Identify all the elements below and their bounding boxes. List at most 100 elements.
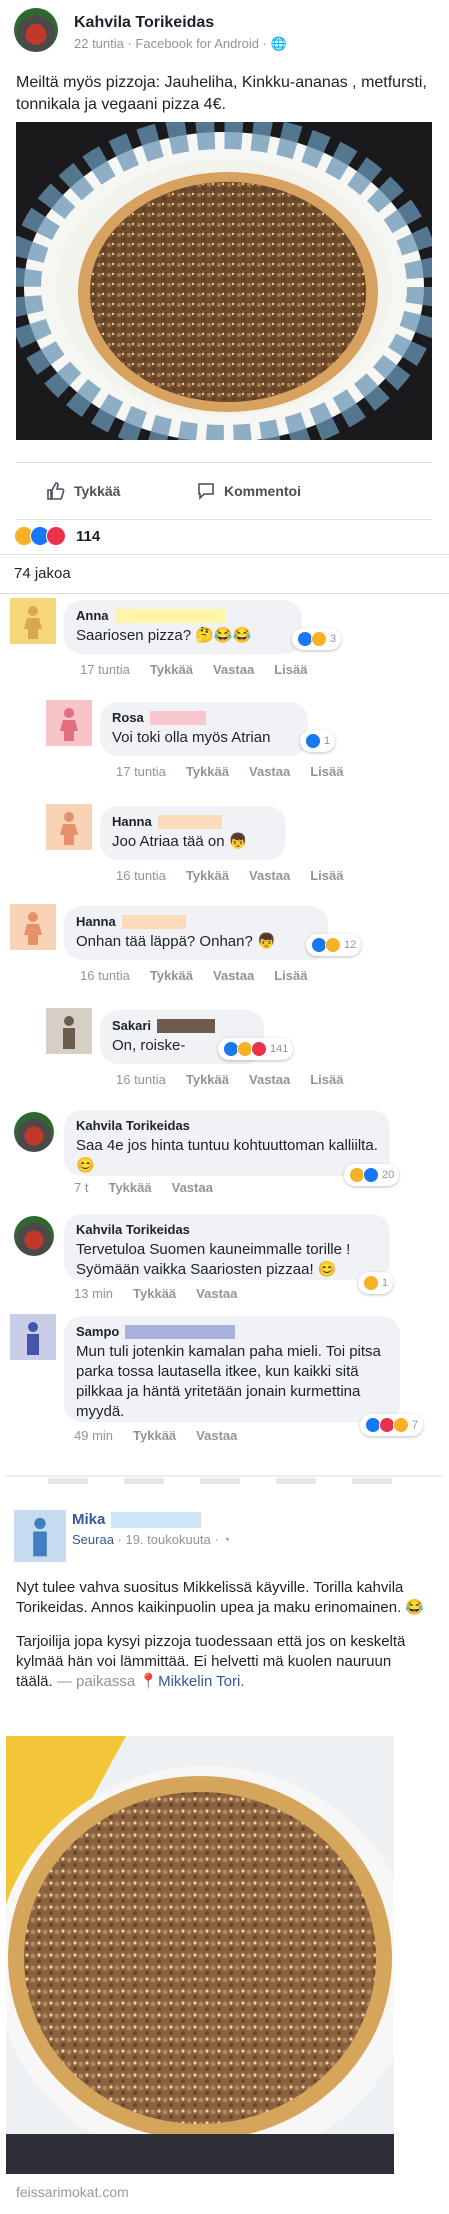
comment: Sampo Mun tuli jotenkin kamalan paha mie… (10, 1314, 440, 1444)
comment-reply-button[interactable]: Vastaa (196, 1286, 237, 1301)
avatar[interactable] (14, 1510, 66, 1562)
share-count-bar[interactable]: 74 jakoa (0, 554, 449, 594)
page-avatar[interactable] (14, 8, 58, 52)
comment-reactions[interactable]: 141 (218, 1038, 294, 1060)
like-label: Tykkää (74, 483, 121, 499)
avatar[interactable] (46, 700, 92, 746)
thumbs-up-icon (47, 482, 65, 500)
comment-like-button[interactable]: Tykkää (186, 1072, 229, 1087)
comment-like-button[interactable]: Tykkää (186, 764, 229, 779)
comment-like-button[interactable]: Tykkää (133, 1428, 176, 1443)
avatar[interactable] (10, 598, 56, 644)
comment-reactions[interactable]: 3 (292, 628, 342, 650)
post-author[interactable]: Mika (72, 1511, 202, 1528)
post-meta: Seuraa · 19. toukokuuta · ◔ (72, 1532, 230, 1547)
post-meta: 22 tuntia · Facebook for Android · 🌐 (74, 36, 287, 51)
comment-time[interactable]: 17 tuntia (116, 764, 166, 779)
comment-more-button[interactable]: Lisää (274, 968, 307, 983)
comment-more-button[interactable]: Lisää (310, 1072, 343, 1087)
post-photo[interactable] (16, 122, 432, 440)
comment-author[interactable]: Anna (76, 608, 109, 623)
comment-like-button[interactable]: Tykkää (186, 868, 229, 883)
reaction-count: 1 (324, 735, 331, 747)
love-icon (251, 1041, 267, 1057)
comment-reactions[interactable]: 20 (344, 1164, 400, 1186)
post-date[interactable]: · 19. toukokuuta · (114, 1532, 222, 1547)
comment-like-button[interactable]: Tykkää (108, 1180, 151, 1195)
comment-icon (198, 483, 214, 500)
comment-more-button[interactable]: Lisää (310, 764, 343, 779)
redacted-name (157, 1018, 216, 1033)
comment-time[interactable]: 7 t (74, 1180, 88, 1195)
reaction-count: 141 (270, 1043, 289, 1055)
comment-text: Saariosen pizza? 🤔😂😂 (76, 627, 252, 644)
reaction-count: 7 (412, 1419, 419, 1431)
comment-bubble: Sampo Mun tuli jotenkin kamalan paha mie… (64, 1316, 400, 1422)
watermark: feissarimokat.com (16, 2184, 129, 2200)
comment-author[interactable]: Hanna (112, 814, 152, 829)
comment-reply-button[interactable]: Vastaa (213, 968, 254, 983)
follow-button[interactable]: Seuraa (72, 1532, 114, 1547)
comment-reply-button[interactable]: Vastaa (249, 764, 290, 779)
reaction-count: 1 (382, 1277, 389, 1289)
comment: Kahvila Torikeidas Tervetuloa Suomen kau… (14, 1212, 440, 1301)
comment-like-button[interactable]: Tykkää (150, 662, 193, 677)
comment-more-button[interactable]: Lisää (310, 868, 343, 883)
comment: Hanna Onhan tää läppä? Onhan? 👦 12 16 tu… (10, 904, 440, 984)
location-link[interactable]: Mikkelin Tori. (158, 1673, 244, 1690)
comment-like-button[interactable]: Tykkää (133, 1286, 176, 1301)
comment-text: Tervetuloa Suomen kauneimmalle torille !… (76, 1241, 351, 1278)
comment-author[interactable]: Kahvila Torikeidas (76, 1222, 378, 1237)
comment-reactions[interactable]: 12 (306, 934, 362, 956)
post-paragraph: Nyt tulee vahva suositus Mikkelissä käyv… (16, 1579, 425, 1616)
comment-time[interactable]: 17 tuntia (80, 662, 130, 677)
comment-reply-button[interactable]: Vastaa (249, 1072, 290, 1087)
comment-author[interactable]: Kahvila Torikeidas (76, 1118, 378, 1133)
comment-bubble: Kahvila Torikeidas Tervetuloa Suomen kau… (64, 1214, 390, 1280)
comment-reactions[interactable]: 1 (358, 1272, 394, 1294)
comment-like-button[interactable]: Tykkää (150, 968, 193, 983)
comment-author[interactable]: Rosa (112, 710, 144, 725)
comment-time[interactable]: 16 tuntia (116, 1072, 166, 1087)
comment-actions: 16 tuntia Tykkää Vastaa Lisää (116, 868, 343, 883)
comment-text: Mun tuli jotenkin kamalan paha mieli. To… (76, 1343, 381, 1420)
page-avatar[interactable] (14, 1112, 54, 1152)
post-author[interactable]: Kahvila Torikeidas (74, 14, 214, 32)
redacted-name (125, 1324, 236, 1339)
comment-reply-button[interactable]: Vastaa (196, 1428, 237, 1443)
comment-actions: 7 t Tykkää Vastaa (74, 1180, 213, 1195)
comment-author[interactable]: Hanna (76, 914, 116, 929)
avatar[interactable] (46, 804, 92, 850)
post-photo[interactable] (6, 1736, 394, 2174)
avatar[interactable] (46, 1008, 92, 1054)
post-action-bar: Tykkää Kommentoi (16, 462, 432, 520)
avatar[interactable] (10, 1314, 56, 1360)
comment-time[interactable]: 13 min (74, 1286, 113, 1301)
comment-time[interactable]: 16 tuntia (80, 968, 130, 983)
comment-reactions[interactable]: 1 (300, 730, 336, 752)
comment-reply-button[interactable]: Vastaa (249, 868, 290, 883)
section-divider (0, 1474, 449, 1488)
comment-author[interactable]: Sampo (76, 1324, 119, 1339)
comment-more-button[interactable]: Lisää (274, 662, 307, 677)
avatar[interactable] (10, 904, 56, 950)
post-paragraph: Tarjoilija jopa kysyi pizzoja tuodessaan… (16, 1633, 406, 1690)
comment-actions: 17 tuntia Tykkää Vastaa Lisää (116, 764, 343, 779)
reaction-summary[interactable]: 114 (14, 524, 100, 548)
comment-button[interactable]: Kommentoi (196, 481, 301, 501)
comment-actions: 17 tuntia Tykkää Vastaa Lisää (80, 662, 307, 677)
comment-time[interactable]: 16 tuntia (116, 868, 166, 883)
comment-reply: Rosa Voi toki olla myös Atrian 1 17 tunt… (46, 700, 440, 780)
comment-reactions[interactable]: 7 (360, 1414, 424, 1436)
haha-icon (325, 937, 341, 953)
like-reaction-icon (305, 733, 321, 749)
comment-text: Saa 4e jos hinta tuntuu kohtuuttoman kal… (76, 1137, 378, 1174)
comment-author[interactable]: Sakari (112, 1018, 151, 1033)
page-avatar[interactable] (14, 1216, 54, 1256)
like-button[interactable]: Tykkää (46, 481, 120, 501)
share-count: 74 jakoa (14, 565, 71, 582)
comment-time[interactable]: 49 min (74, 1428, 113, 1443)
haha-icon (393, 1417, 409, 1433)
comment-reply-button[interactable]: Vastaa (213, 662, 254, 677)
comment-reply-button[interactable]: Vastaa (172, 1180, 213, 1195)
